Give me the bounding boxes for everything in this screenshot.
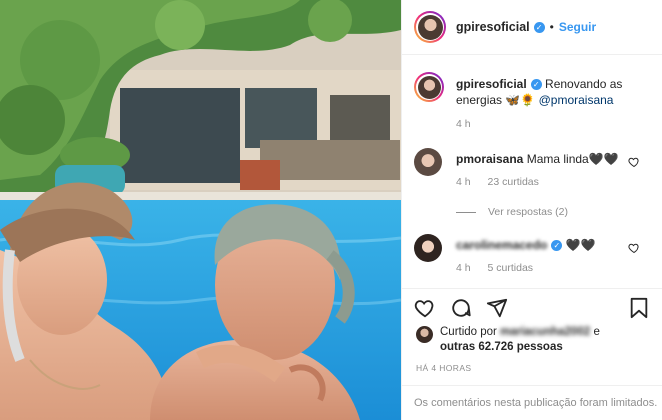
avatar[interactable]: [417, 14, 443, 40]
profile-avatar-ring[interactable]: [414, 11, 446, 43]
comment-text: pmoraisana Mama linda🖤🖤: [456, 151, 636, 167]
comment-icon[interactable]: [450, 297, 472, 319]
header-username[interactable]: gpiresoficial: [456, 20, 530, 34]
comment-time[interactable]: 4 h: [456, 176, 471, 188]
liked-by-user[interactable]: mariacunha2002: [500, 325, 590, 340]
comment-like-heart-icon[interactable]: [628, 242, 640, 254]
comment-meta: 4 h 23 curtidas: [456, 176, 553, 188]
liked-by-and: e: [593, 326, 600, 338]
post-timestamp[interactable]: HÁ 4 HORAS: [416, 363, 472, 373]
avatar[interactable]: [417, 75, 441, 99]
bookmark-icon[interactable]: [629, 297, 649, 319]
liked-by-avatar[interactable]: [416, 326, 433, 343]
comment-meta: 4 h 5 curtidas: [456, 262, 547, 274]
comments-limited-notice: Os comentários nesta publicação foram li…: [402, 385, 662, 409]
instagram-post: gpiresoficial ✓ • Seguir gpiresoficial ✓ …: [0, 0, 662, 420]
comment-likes[interactable]: 5 curtidas: [488, 262, 534, 274]
caption-time[interactable]: 4 h: [456, 118, 471, 130]
post-actions: Curtido por mariacunha2002 e outras 62.7…: [402, 288, 662, 420]
comment-avatar[interactable]: [414, 148, 442, 176]
comment-item: carolinemacedo ✓ 🖤🖤 4 h 5 curtidas: [414, 234, 654, 294]
verified-badge-icon: ✓: [530, 79, 542, 91]
verified-badge-icon: ✓: [533, 21, 545, 33]
post-photo[interactable]: [0, 0, 401, 420]
comment-likes[interactable]: 23 curtidas: [488, 176, 539, 188]
comment-like-heart-icon[interactable]: [628, 156, 640, 168]
comments-section[interactable]: gpiresoficial ✓ Renovando as energias 🦋🌻 …: [402, 56, 662, 288]
comment-username[interactable]: pmoraisana: [456, 152, 523, 166]
post-header: gpiresoficial ✓ • Seguir: [402, 0, 662, 55]
comment-item: pmoraisana Mama linda🖤🖤 4 h 23 curtidas …: [414, 148, 654, 218]
liked-by: Curtido por mariacunha2002 e outras 62.7…: [416, 325, 640, 355]
liked-by-prefix: Curtido por: [440, 326, 497, 338]
send-icon[interactable]: [486, 297, 508, 319]
follow-button[interactable]: Seguir: [559, 20, 596, 34]
pool-photo-illustration: [0, 0, 401, 420]
comment-body: Mama linda🖤🖤: [526, 152, 619, 166]
caption-meta: 4 h: [456, 118, 485, 130]
separator-dot: •: [549, 20, 554, 34]
caption-avatar-ring[interactable]: [414, 72, 444, 102]
caption-username[interactable]: gpiresoficial: [456, 77, 527, 91]
comment-body: 🖤🖤: [565, 238, 596, 252]
view-replies[interactable]: Ver respostas (2): [456, 206, 568, 218]
caption-mention[interactable]: @pmoraisana: [539, 93, 614, 107]
liked-by-others[interactable]: outras 62.726 pessoas: [440, 341, 563, 353]
action-icons: [414, 297, 508, 319]
comment-text: carolinemacedo ✓ 🖤🖤: [456, 237, 636, 253]
comment-username[interactable]: carolinemacedo: [456, 237, 547, 253]
comment-avatar[interactable]: [414, 234, 442, 262]
caption-text: gpiresoficial ✓ Renovando as energias 🦋🌻 …: [456, 76, 636, 108]
caption: gpiresoficial ✓ Renovando as energias 🦋🌻 …: [414, 72, 654, 142]
replies-divider: [456, 211, 476, 213]
heart-icon[interactable]: [414, 297, 436, 319]
view-replies-label[interactable]: Ver respostas (2): [488, 206, 568, 218]
liked-by-text: Curtido por mariacunha2002 e outras 62.7…: [440, 325, 640, 355]
comment-time[interactable]: 4 h: [456, 262, 471, 274]
verified-badge-icon: ✓: [551, 240, 563, 252]
post-sidebar: gpiresoficial ✓ • Seguir gpiresoficial ✓ …: [401, 0, 662, 420]
